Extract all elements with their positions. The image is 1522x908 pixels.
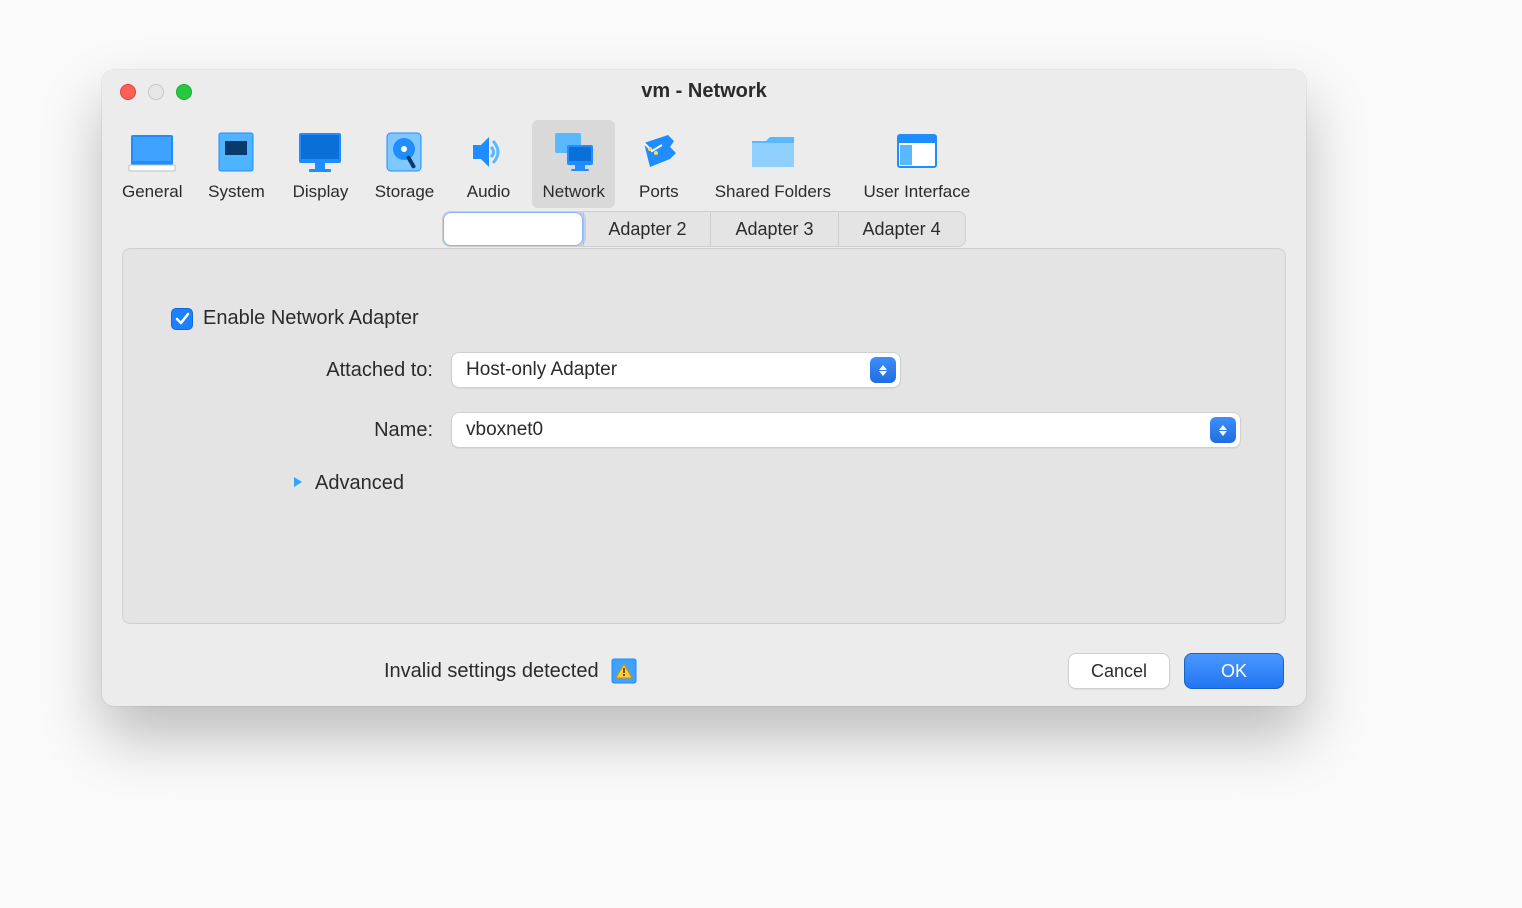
attached-to-value: Host-only Adapter (466, 359, 617, 381)
advanced-label: Advanced (315, 472, 404, 495)
ports-icon (631, 124, 687, 180)
status-text: Invalid settings detected (384, 660, 599, 683)
status-message: Invalid settings detected (384, 658, 637, 684)
toolbar-label: User Interface (863, 182, 970, 202)
name-label: Name: (171, 419, 451, 442)
disclosure-triangle-icon (291, 473, 305, 494)
disk-icon (376, 124, 432, 180)
network-icon (546, 124, 602, 180)
advanced-disclosure[interactable]: Advanced (291, 472, 1257, 495)
adapter-tab-1[interactable] (443, 212, 583, 246)
toolbar-item-user-interface[interactable]: User Interface (847, 120, 987, 208)
folder-icon (745, 124, 801, 180)
toolbar-item-network[interactable]: Network (532, 120, 614, 208)
toolbar-label: Storage (375, 182, 435, 202)
attached-to-select[interactable]: Host-only Adapter (451, 352, 901, 388)
enable-adapter-checkbox[interactable] (171, 308, 193, 330)
dropdown-arrows-icon (1210, 417, 1236, 443)
cancel-button[interactable]: Cancel (1068, 653, 1170, 689)
settings-toolbar: General System (102, 116, 1306, 218)
dialog-footer: Invalid settings detected Cancel OK (102, 636, 1306, 706)
display-icon (292, 124, 348, 180)
name-select[interactable]: vboxnet0 (451, 412, 1241, 448)
speaker-icon (460, 124, 516, 180)
toolbar-item-audio[interactable]: Audio (448, 120, 528, 208)
name-value: vboxnet0 (466, 419, 543, 441)
toolbar-item-storage[interactable]: Storage (364, 120, 444, 208)
toolbar-item-display[interactable]: Display (280, 120, 360, 208)
dropdown-arrows-icon (870, 357, 896, 383)
toolbar-label: System (208, 182, 265, 202)
window-title: vm - Network (102, 80, 1306, 103)
adapter-form: Enable Network Adapter Attached to: Host… (123, 285, 1285, 495)
adapter-tab-3[interactable]: Adapter 3 (710, 212, 837, 246)
toolbar-label: Audio (467, 182, 510, 202)
toolbar-item-shared-folders[interactable]: Shared Folders (703, 120, 843, 208)
window-layout-icon (889, 124, 945, 180)
settings-window: vm - Network General (102, 70, 1306, 706)
chip-icon (208, 124, 264, 180)
monitor-icon (124, 124, 180, 180)
titlebar: vm - Network (102, 70, 1306, 116)
toolbar-label: Network (542, 182, 604, 202)
ok-button[interactable]: OK (1184, 653, 1284, 689)
warning-icon (611, 658, 637, 684)
toolbar-label: General (122, 182, 182, 202)
adapter-tab-4[interactable]: Adapter 4 (838, 212, 965, 246)
adapter-tab-2[interactable]: Adapter 2 (583, 212, 710, 246)
toolbar-item-general[interactable]: General (112, 120, 192, 208)
toolbar-item-system[interactable]: System (196, 120, 276, 208)
adapter-tabs: Adapter 2 Adapter 3 Adapter 4 (442, 211, 965, 247)
network-panel: Adapter 2 Adapter 3 Adapter 4 Enable Net… (122, 248, 1286, 624)
toolbar-label: Ports (639, 182, 679, 202)
enable-adapter-label: Enable Network Adapter (203, 307, 419, 330)
toolbar-label: Shared Folders (715, 182, 831, 202)
attached-to-label: Attached to: (171, 359, 451, 382)
toolbar-label: Display (293, 182, 349, 202)
toolbar-item-ports[interactable]: Ports (619, 120, 699, 208)
